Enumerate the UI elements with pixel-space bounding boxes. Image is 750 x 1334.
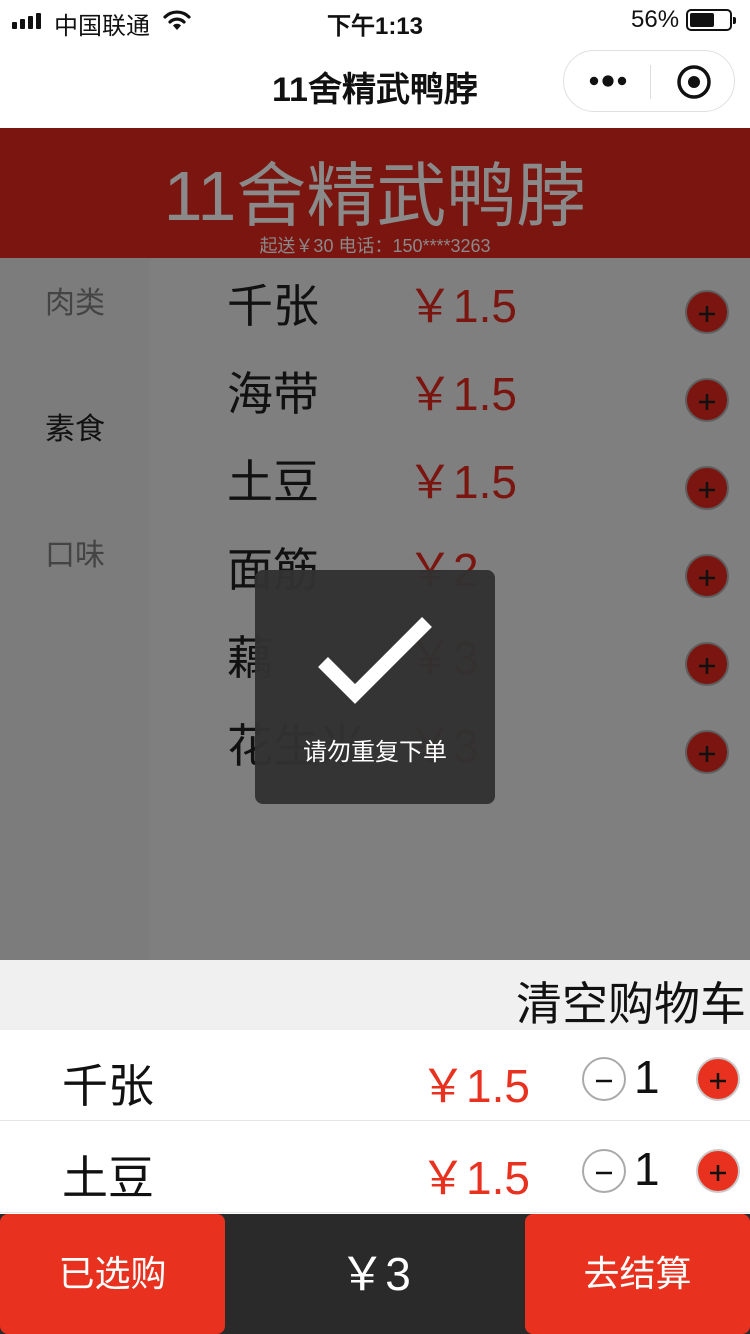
checkout-button[interactable]: 去结算 <box>525 1214 750 1334</box>
more-dots-icon[interactable] <box>588 71 628 91</box>
decrease-quantity-button[interactable] <box>582 1057 626 1101</box>
cart-item-name: 千张 <box>62 1060 154 1112</box>
add-to-cart-button[interactable] <box>685 466 729 510</box>
plus-icon <box>699 658 715 674</box>
product-name: 海带 <box>227 368 319 420</box>
plus-icon <box>699 306 715 322</box>
list-item: 海带 ￥1.5 <box>150 358 750 446</box>
checkmark-icon <box>315 614 435 714</box>
add-to-cart-button[interactable] <box>685 642 729 686</box>
plus-icon <box>699 482 715 498</box>
decrease-quantity-button[interactable] <box>582 1149 626 1193</box>
shop-banner: 11舍精武鸭脖 起送￥30 电话：150****3263 <box>0 128 750 258</box>
add-to-cart-button[interactable] <box>685 554 729 598</box>
toast-message: 请勿重复下单 <box>303 739 447 766</box>
cart-item: 土豆 ￥1.5 1 <box>0 1122 750 1213</box>
increase-quantity-button[interactable] <box>696 1057 740 1101</box>
cart-item: 千张 ￥1.5 1 <box>0 1030 750 1121</box>
cart-item-price: ￥1.5 <box>420 1152 530 1204</box>
cart-item-quantity: 1 <box>634 1143 660 1195</box>
cart-header: 清空购物车 <box>0 960 750 1030</box>
cart-item-price: ￥1.5 <box>420 1060 530 1112</box>
product-name: 土豆 <box>227 456 319 508</box>
category-sidebar: 肉类 素食 口味 <box>0 258 150 960</box>
product-price: ￥1.5 <box>407 280 517 332</box>
mini-program-capsule <box>563 50 735 112</box>
minus-icon <box>596 1079 612 1083</box>
target-circle-icon[interactable] <box>676 64 712 100</box>
plus-icon <box>710 1165 726 1181</box>
sidebar-item-meat[interactable]: 肉类 <box>0 278 150 322</box>
clear-cart-button[interactable]: 清空购物车 <box>516 968 746 1034</box>
add-to-cart-button[interactable] <box>685 378 729 422</box>
sidebar-item-vegetarian[interactable]: 素食 <box>0 404 150 448</box>
sidebar-item-flavor[interactable]: 口味 <box>0 530 150 574</box>
cart-total: ￥3 <box>339 1248 411 1300</box>
checkout-bar: 已选购 ￥3 去结算 <box>0 1214 750 1334</box>
product-price: ￥1.5 <box>407 456 517 508</box>
selected-items-button[interactable]: 已选购 <box>0 1214 225 1334</box>
shop-name: 11舍精武鸭脖 <box>163 157 587 235</box>
add-to-cart-button[interactable] <box>685 730 729 774</box>
add-to-cart-button[interactable] <box>685 290 729 334</box>
status-bar: 中国联通 下午1:13 56% <box>0 0 750 40</box>
minus-icon <box>596 1171 612 1175</box>
capsule-divider <box>650 65 651 99</box>
toast: 请勿重复下单 <box>255 570 495 804</box>
list-item: 土豆 ￥1.5 <box>150 446 750 534</box>
plus-icon <box>699 394 715 410</box>
nav-bar: 11舍精武鸭脖 <box>0 40 750 128</box>
plus-icon <box>699 746 715 762</box>
product-price: ￥1.5 <box>407 368 517 420</box>
plus-icon <box>699 570 715 586</box>
cart-item-name: 土豆 <box>62 1152 154 1204</box>
cart-item-quantity: 1 <box>634 1051 660 1103</box>
product-name: 千张 <box>227 280 319 332</box>
list-item: 千张 ￥1.5 <box>150 270 750 358</box>
plus-icon <box>710 1073 726 1089</box>
increase-quantity-button[interactable] <box>696 1149 740 1193</box>
battery-percent: 56% <box>631 6 680 33</box>
shop-info: 起送￥30 电话：150****3263 <box>259 236 491 256</box>
battery-icon <box>686 9 736 31</box>
